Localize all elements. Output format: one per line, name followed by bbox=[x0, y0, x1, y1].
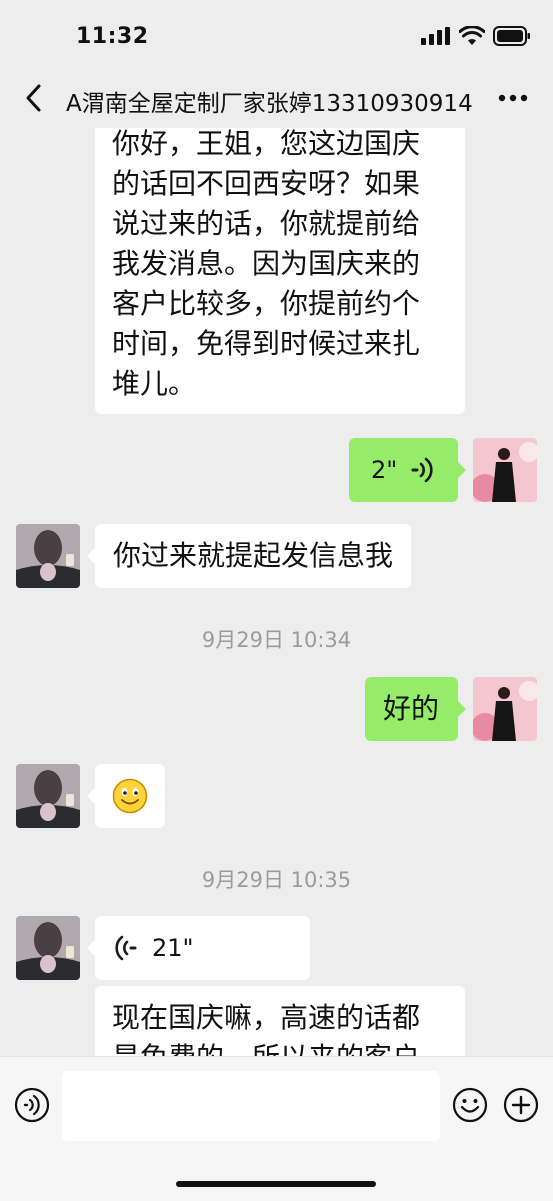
message-line: 说过来的话，你就提前给 bbox=[112, 207, 421, 240]
message-line: 时间，免得到时候过来扎 bbox=[112, 327, 421, 360]
timestamp: 9月29日 10:35 bbox=[201, 868, 352, 892]
voice-message-outgoing[interactable]: 2" bbox=[349, 438, 466, 502]
bubble-tail bbox=[458, 701, 466, 717]
bubble-tail bbox=[87, 788, 95, 804]
more-dots-icon bbox=[498, 94, 528, 102]
message-line: 我发消息。因为国庆来的 bbox=[112, 247, 421, 280]
avatar-photo bbox=[16, 764, 80, 828]
voice-duration: 21" bbox=[152, 934, 194, 962]
voice-wave-icon bbox=[411, 457, 433, 483]
wifi-icon bbox=[459, 26, 485, 45]
chat-messages[interactable]: 你好，王姐，您这边国庆 的话回不回西安呀？如果 说过来的话，你就提前给 我发消息… bbox=[0, 128, 553, 1056]
bubble-tail bbox=[458, 462, 466, 478]
contact-avatar[interactable] bbox=[16, 524, 80, 588]
chat-header: A渭南全屋定制厂家张婷13310930914 bbox=[0, 70, 553, 128]
signal-icon bbox=[421, 27, 450, 45]
message-line: 你好，王姐，您这边国庆 bbox=[112, 128, 421, 160]
message-line: 是免费的，所以来的客户 bbox=[112, 1038, 448, 1056]
message-bubble-outgoing[interactable]: 好的 bbox=[365, 677, 466, 741]
voice-mode-button[interactable] bbox=[14, 1087, 50, 1127]
voice-duration: 2" bbox=[371, 456, 398, 484]
message-line: 现在国庆嘛，高速的话都 bbox=[112, 1001, 421, 1034]
more-button[interactable] bbox=[493, 80, 533, 116]
emoji-message-incoming[interactable] bbox=[87, 764, 165, 828]
more-functions-button[interactable] bbox=[503, 1087, 539, 1127]
message-line: 客户比较多，你提前约个 bbox=[112, 287, 421, 320]
bubble-tail bbox=[87, 940, 95, 956]
input-bar bbox=[0, 1056, 553, 1201]
avatar-photo bbox=[16, 524, 80, 588]
home-indicator bbox=[176, 1181, 376, 1187]
chevron-left-icon bbox=[26, 84, 41, 112]
message-line: 堆儿。 bbox=[112, 367, 197, 400]
battery-icon bbox=[493, 26, 530, 46]
contact-avatar[interactable] bbox=[16, 916, 80, 980]
message-bubble-incoming[interactable]: 你过来就提起发信息我 bbox=[87, 524, 412, 588]
avatar-photo bbox=[473, 438, 537, 502]
my-avatar[interactable] bbox=[473, 438, 537, 502]
smile-emoji-icon bbox=[112, 778, 148, 814]
bubble-tail bbox=[87, 548, 95, 564]
timestamp: 9月29日 10:34 bbox=[201, 628, 352, 652]
emoji-button[interactable] bbox=[452, 1087, 488, 1127]
avatar-photo bbox=[473, 677, 537, 741]
message-line: 的话回不回西安呀？如果 bbox=[112, 167, 421, 200]
message-text: 你过来就提起发信息我 bbox=[113, 539, 394, 572]
plus-icon bbox=[503, 1087, 539, 1123]
emoji-icon bbox=[452, 1087, 488, 1123]
voice-mode-icon bbox=[14, 1087, 50, 1123]
voice-wave-icon bbox=[115, 935, 137, 961]
avatar-photo bbox=[16, 916, 80, 980]
status-bar: 11:32 bbox=[0, 0, 553, 70]
status-icons bbox=[421, 26, 531, 46]
contact-avatar[interactable] bbox=[16, 764, 80, 828]
message-bubble-incoming[interactable]: 你好，王姐，您这边国庆 的话回不回西安呀？如果 说过来的话，你就提前给 我发消息… bbox=[95, 128, 465, 414]
status-time: 11:32 bbox=[76, 24, 149, 49]
voice-message-incoming[interactable]: 21" bbox=[87, 916, 310, 980]
chat-title[interactable]: A渭南全屋定制厂家张婷13310930914 bbox=[66, 84, 474, 118]
back-button[interactable] bbox=[16, 80, 52, 116]
message-bubble-incoming[interactable]: 现在国庆嘛，高速的话都 是免费的，所以来的客户 bbox=[95, 986, 465, 1056]
message-text: 好的 bbox=[383, 692, 440, 725]
message-input[interactable] bbox=[62, 1071, 440, 1141]
my-avatar[interactable] bbox=[473, 677, 537, 741]
